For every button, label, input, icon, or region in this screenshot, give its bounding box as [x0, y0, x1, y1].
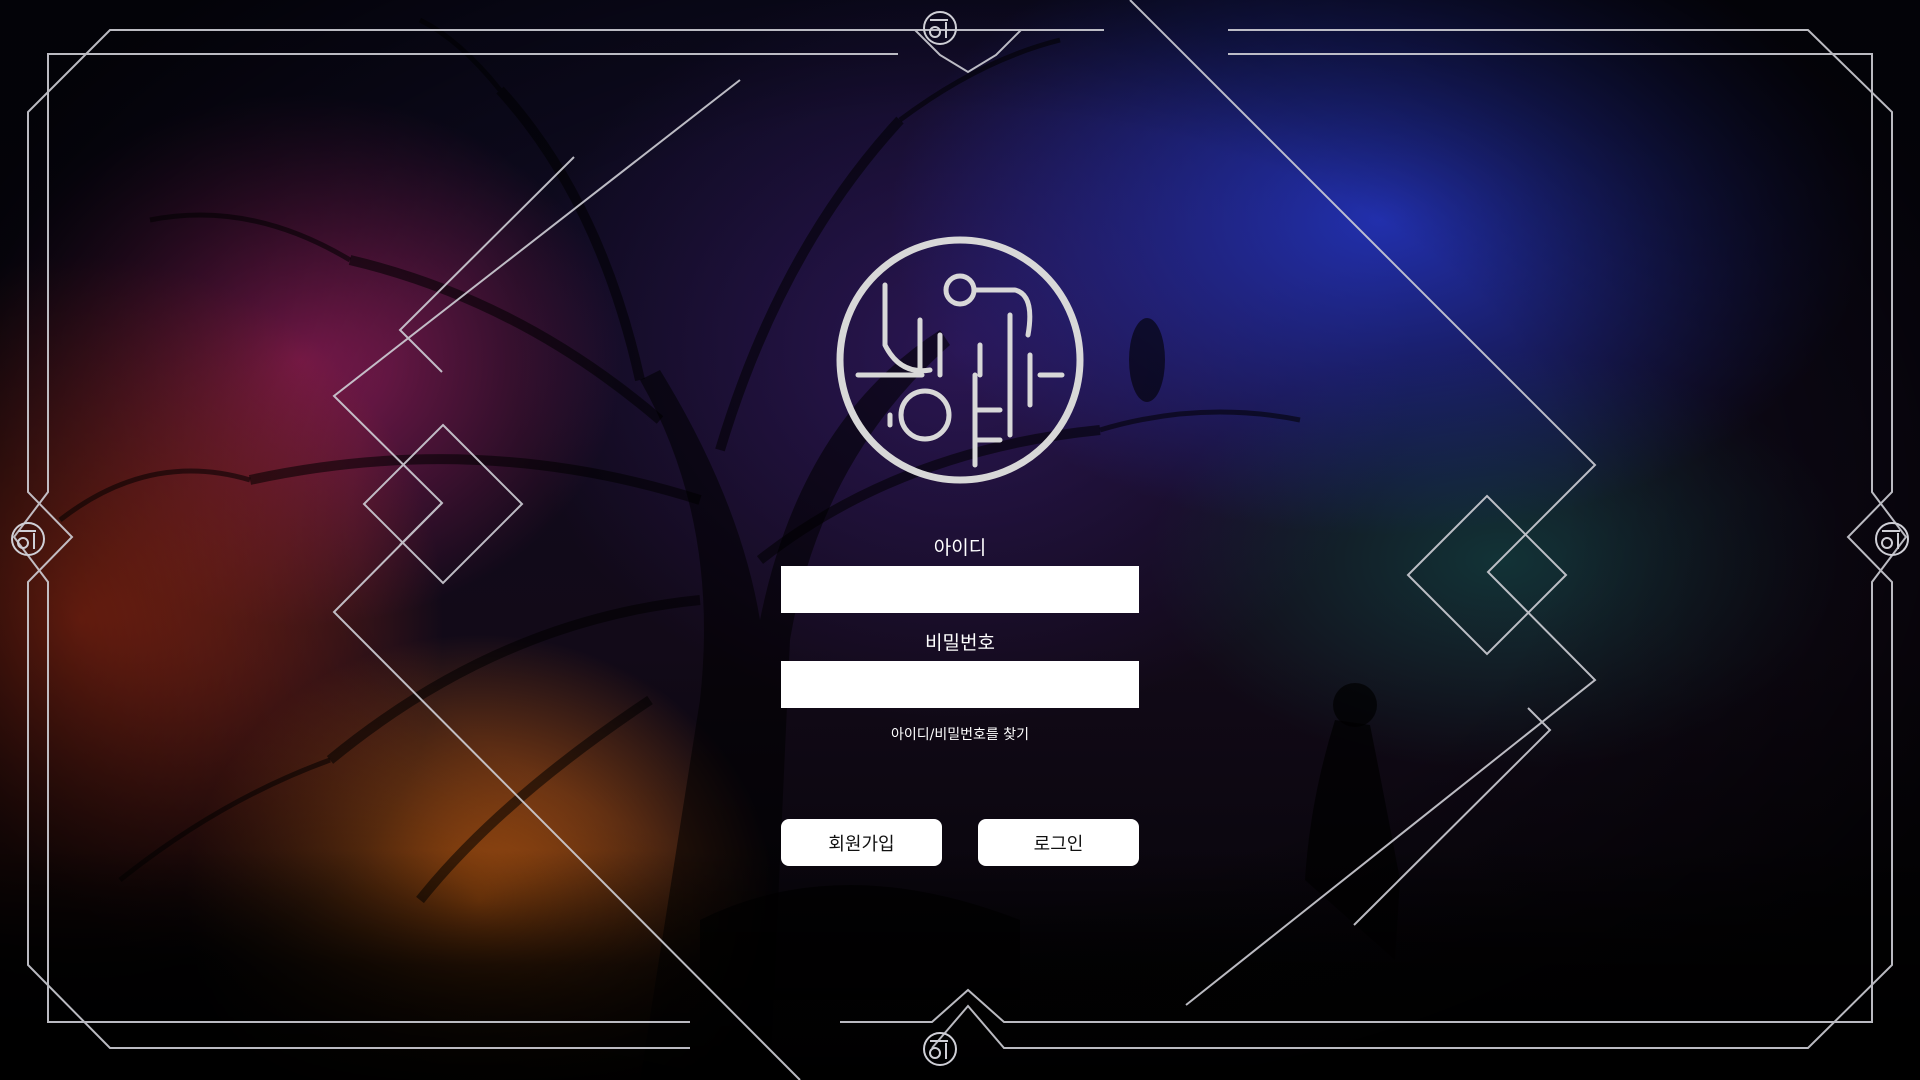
inner-frame-left: [12, 53, 898, 1023]
login-form: 아이디 비밀번호 아이디/비밀번호를 찾기: [781, 536, 1139, 744]
signup-button[interactable]: 회원가입: [781, 819, 942, 866]
action-buttons: 회원가입 로그인: [781, 819, 1139, 866]
login-button[interactable]: 로그인: [978, 819, 1139, 866]
diamond-left-outer: [332, 79, 801, 1080]
id-input[interactable]: [781, 566, 1139, 613]
top-emblem-icon: [923, 11, 957, 45]
left-emblem-icon: [11, 522, 45, 556]
diamond-right-outer: [1129, 0, 1597, 1006]
id-label: 아이디: [933, 537, 987, 559]
password-input[interactable]: [781, 661, 1139, 708]
outer-frame-top-left: [912, 29, 1104, 74]
right-emblem-icon: [1875, 522, 1909, 556]
brand-logo-icon: [836, 236, 1084, 484]
find-account-link[interactable]: 아이디/비밀번호를 찾기: [891, 724, 1029, 744]
small-diamond-right: [1406, 494, 1568, 656]
diamond-right-inner: [1353, 707, 1552, 926]
password-label: 비밀번호: [925, 632, 995, 654]
